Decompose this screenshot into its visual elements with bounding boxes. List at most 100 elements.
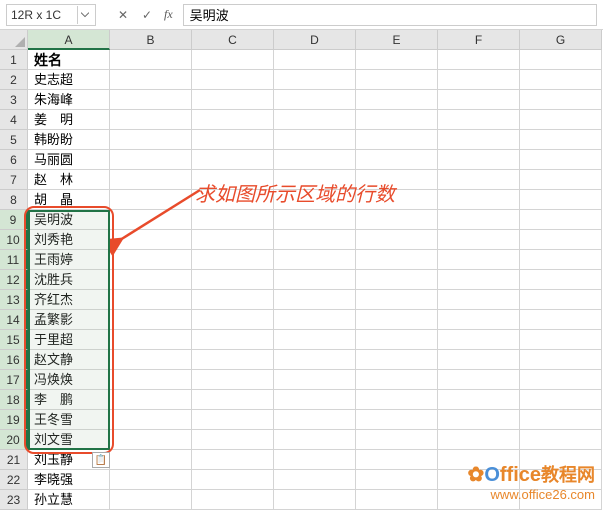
cell[interactable] — [192, 50, 274, 70]
row-header[interactable]: 12 — [0, 270, 28, 290]
column-header-c[interactable]: C — [192, 30, 274, 50]
cell[interactable] — [274, 290, 356, 310]
cell[interactable]: 朱海峰 — [28, 90, 110, 110]
cell[interactable]: 齐红杰 — [28, 290, 110, 310]
cell[interactable] — [274, 330, 356, 350]
cell[interactable] — [438, 230, 520, 250]
cell[interactable] — [192, 310, 274, 330]
cell[interactable]: 李晓强 — [28, 470, 110, 490]
cell[interactable] — [520, 190, 602, 210]
cell[interactable] — [356, 410, 438, 430]
row-header[interactable]: 10 — [0, 230, 28, 250]
cell[interactable]: 吴明波 — [28, 210, 110, 230]
cell[interactable] — [274, 370, 356, 390]
cell[interactable] — [192, 430, 274, 450]
row-header[interactable]: 20 — [0, 430, 28, 450]
cell[interactable] — [274, 430, 356, 450]
cell[interactable] — [356, 130, 438, 150]
cell[interactable]: 姜 明 — [28, 110, 110, 130]
cell[interactable] — [274, 70, 356, 90]
cell[interactable] — [110, 350, 192, 370]
row-header[interactable]: 3 — [0, 90, 28, 110]
cell[interactable] — [192, 230, 274, 250]
cell[interactable] — [192, 450, 274, 470]
cell[interactable] — [110, 50, 192, 70]
cell[interactable] — [274, 50, 356, 70]
cell[interactable] — [274, 150, 356, 170]
cell[interactable] — [438, 110, 520, 130]
cell[interactable] — [110, 270, 192, 290]
cell[interactable]: 沈胜兵 — [28, 270, 110, 290]
cell[interactable] — [520, 150, 602, 170]
cell[interactable] — [274, 230, 356, 250]
cell[interactable] — [356, 250, 438, 270]
chevron-down-icon[interactable] — [77, 6, 91, 24]
cell[interactable] — [110, 310, 192, 330]
cell[interactable]: 孟繁影 — [28, 310, 110, 330]
row-header[interactable]: 9 — [0, 210, 28, 230]
cell[interactable] — [520, 170, 602, 190]
cell[interactable] — [438, 250, 520, 270]
cell[interactable] — [110, 70, 192, 90]
cell[interactable] — [520, 290, 602, 310]
cell[interactable] — [192, 350, 274, 370]
cell[interactable] — [356, 470, 438, 490]
cell[interactable] — [110, 370, 192, 390]
cell[interactable] — [192, 330, 274, 350]
cell[interactable] — [192, 470, 274, 490]
cell[interactable] — [192, 210, 274, 230]
cell[interactable] — [110, 410, 192, 430]
row-header[interactable]: 2 — [0, 70, 28, 90]
cell[interactable] — [356, 270, 438, 290]
cell[interactable]: 李 鹏 — [28, 390, 110, 410]
row-header[interactable]: 5 — [0, 130, 28, 150]
row-header[interactable]: 6 — [0, 150, 28, 170]
row-header[interactable]: 4 — [0, 110, 28, 130]
cell[interactable] — [274, 350, 356, 370]
cell[interactable] — [438, 330, 520, 350]
column-header-a[interactable]: A — [28, 30, 110, 50]
cell[interactable] — [520, 370, 602, 390]
cell[interactable] — [274, 490, 356, 510]
cell[interactable] — [274, 270, 356, 290]
cell[interactable] — [520, 330, 602, 350]
row-header[interactable]: 14 — [0, 310, 28, 330]
cell[interactable] — [274, 110, 356, 130]
cell[interactable] — [274, 450, 356, 470]
paste-options-icon[interactable]: 📋 — [92, 452, 110, 468]
row-header[interactable]: 23 — [0, 490, 28, 510]
cell[interactable] — [274, 210, 356, 230]
cell[interactable] — [110, 110, 192, 130]
row-header[interactable]: 7 — [0, 170, 28, 190]
cell[interactable] — [520, 50, 602, 70]
row-header[interactable]: 16 — [0, 350, 28, 370]
cell[interactable] — [110, 430, 192, 450]
cell[interactable]: 赵 林 — [28, 170, 110, 190]
column-header-f[interactable]: F — [438, 30, 520, 50]
cell[interactable] — [274, 250, 356, 270]
cell[interactable] — [110, 470, 192, 490]
cell[interactable] — [438, 170, 520, 190]
cell[interactable] — [192, 70, 274, 90]
row-header[interactable]: 13 — [0, 290, 28, 310]
cell[interactable] — [356, 370, 438, 390]
column-header-g[interactable]: G — [520, 30, 602, 50]
cell[interactable]: 刘秀艳 — [28, 230, 110, 250]
cell[interactable] — [520, 390, 602, 410]
cell[interactable] — [192, 250, 274, 270]
cell[interactable] — [520, 230, 602, 250]
cell[interactable] — [438, 210, 520, 230]
confirm-icon[interactable]: ✓ — [136, 4, 158, 26]
cell[interactable] — [192, 130, 274, 150]
cell[interactable] — [192, 110, 274, 130]
cell[interactable] — [274, 130, 356, 150]
row-header[interactable]: 8 — [0, 190, 28, 210]
row-header[interactable]: 21 — [0, 450, 28, 470]
column-header-b[interactable]: B — [110, 30, 192, 50]
cell[interactable] — [192, 490, 274, 510]
cell[interactable]: 史志超 — [28, 70, 110, 90]
row-header[interactable]: 17 — [0, 370, 28, 390]
cell[interactable] — [110, 130, 192, 150]
cell[interactable] — [274, 410, 356, 430]
cell[interactable] — [192, 410, 274, 430]
